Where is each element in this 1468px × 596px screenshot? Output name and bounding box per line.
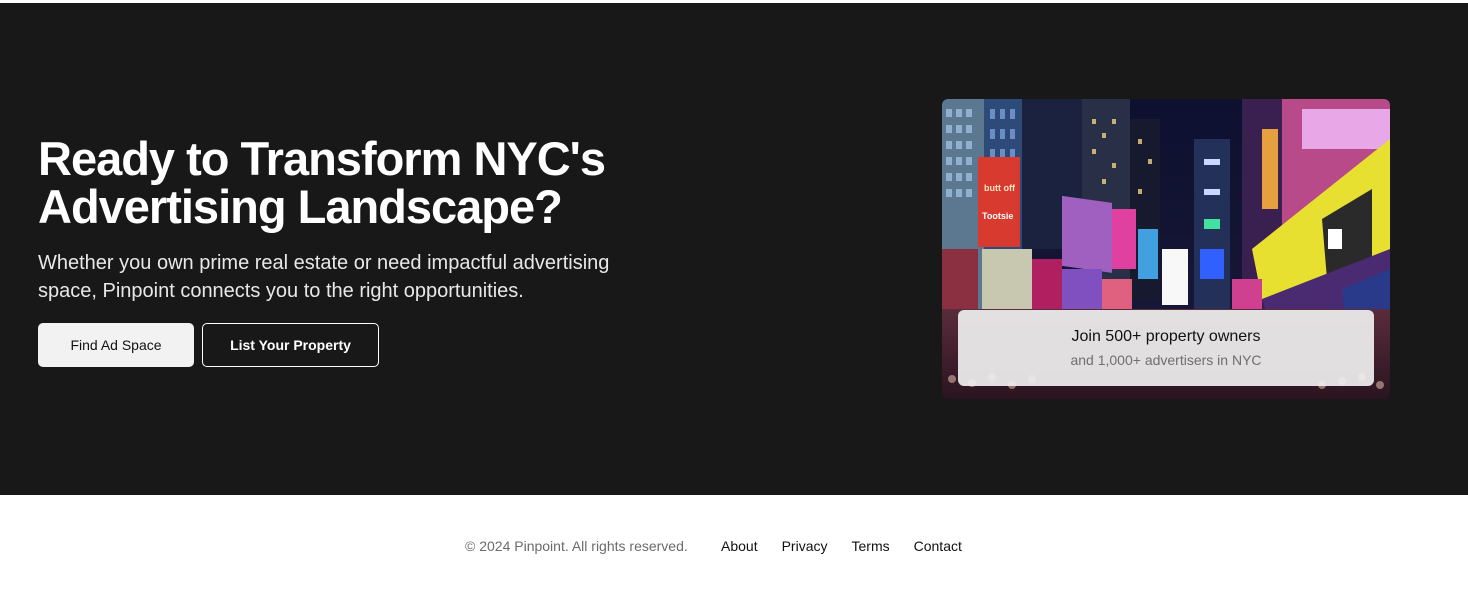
footer-link-terms[interactable]: Terms	[852, 538, 890, 554]
site-footer: © 2024 Pinpoint. All rights reserved. Ab…	[0, 495, 1468, 596]
hero-subtext: Whether you own prime real estate or nee…	[38, 252, 610, 302]
hero-text-block: Ready to Transform NYC's Advertising Lan…	[38, 135, 678, 367]
times-square-photo: butt off Tootsie Join 500+ property owne…	[942, 99, 1390, 399]
stat-title: Join 500+ property owners	[1071, 328, 1261, 345]
footer-link-privacy[interactable]: Privacy	[782, 538, 828, 554]
stats-overlay-card: Join 500+ property owners and 1,000+ adv…	[958, 310, 1374, 386]
hero-headline: Ready to Transform NYC's Advertising Lan…	[38, 135, 678, 231]
billboard-text-1: butt off	[984, 183, 1016, 193]
copyright-text: © 2024 Pinpoint. All rights reserved.	[465, 538, 688, 554]
headline-line-2: Advertising Landscape?	[38, 180, 563, 233]
footer-link-about[interactable]: About	[721, 538, 758, 554]
hero-actions: Find Ad Space List Your Property	[38, 323, 678, 367]
headline-line-1: Ready to Transform NYC's	[38, 132, 606, 185]
stat-subtitle: and 1,000+ advertisers in NYC	[1070, 352, 1262, 368]
cta-hero-section: Ready to Transform NYC's Advertising Lan…	[0, 3, 1468, 495]
footer-link-contact[interactable]: Contact	[914, 538, 962, 554]
list-your-property-button[interactable]: List Your Property	[202, 323, 379, 367]
find-ad-space-button[interactable]: Find Ad Space	[38, 323, 194, 367]
billboard-text-2: Tootsie	[982, 211, 1013, 221]
footer-nav: About Privacy Terms Contact	[721, 538, 962, 554]
